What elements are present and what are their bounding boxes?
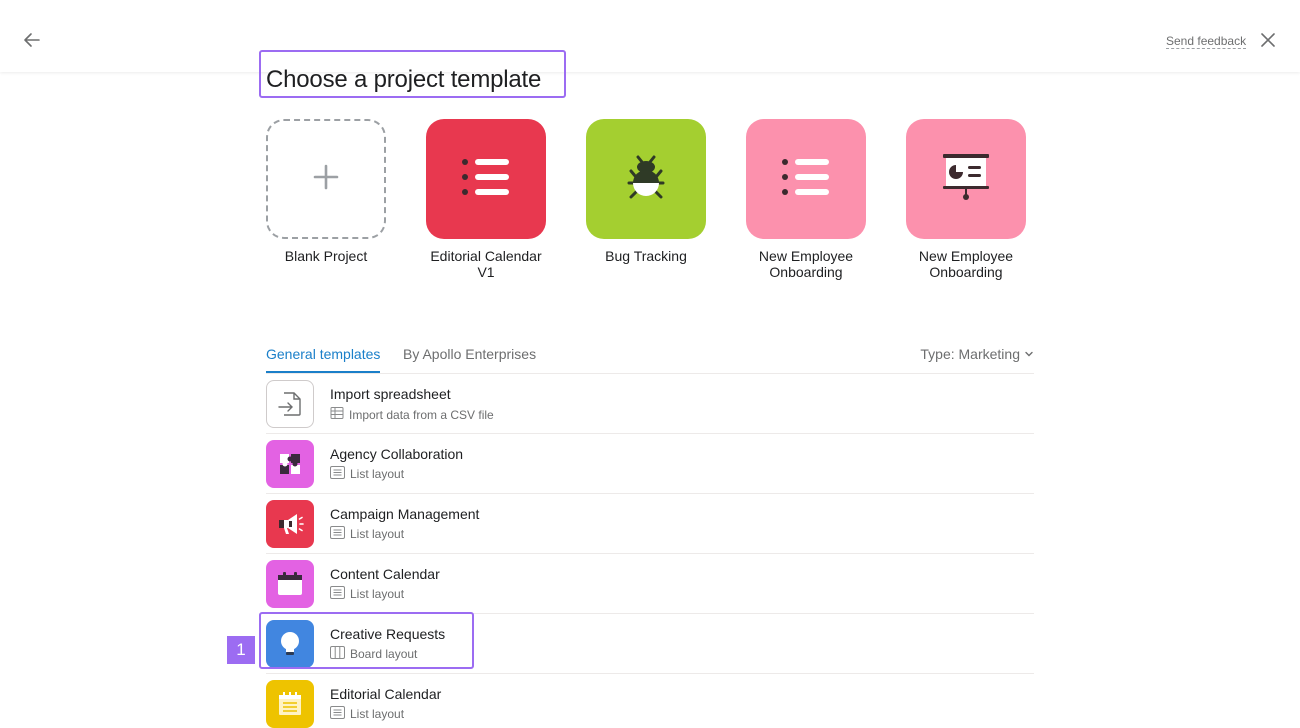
list-layout-icon	[330, 706, 345, 722]
type-filter-label: Type: Marketing	[920, 346, 1020, 362]
tile-label: New Employee Onboarding	[758, 248, 854, 280]
list-icon	[781, 157, 831, 202]
tile-new-employee-onboarding-2[interactable]: New Employee Onboarding	[906, 119, 1026, 280]
tile-bug-tracking[interactable]: Bug Tracking	[586, 119, 706, 280]
presentation-icon	[941, 152, 991, 207]
bug-icon	[621, 151, 671, 208]
chevron-down-icon	[1024, 346, 1034, 362]
template-tabs: General templates By Apollo Enterprises …	[266, 346, 1034, 374]
tile-label: New Employee Onboarding	[918, 248, 1014, 280]
list-item-subtitle: List layout	[330, 586, 404, 602]
list-item-subtitle: Import data from a CSV file	[330, 406, 494, 423]
tile-box[interactable]	[266, 119, 386, 239]
list-item-title: Agency Collaboration	[330, 446, 464, 462]
list-item-subtitle: List layout	[330, 526, 404, 542]
list-item-subtitle: List layout	[330, 466, 404, 482]
list-item[interactable]: Campaign Management List layout	[266, 494, 1034, 554]
list-item-subtitle: List layout	[330, 706, 404, 722]
tile-label: Bug Tracking	[605, 248, 687, 264]
tile-box[interactable]	[586, 119, 706, 239]
tile-box[interactable]	[906, 119, 1026, 239]
tab-company-templates[interactable]: By Apollo Enterprises	[403, 346, 536, 373]
list-layout-icon	[330, 586, 345, 602]
type-filter-dropdown[interactable]: Type: Marketing	[920, 346, 1034, 362]
spreadsheet-icon	[330, 406, 344, 423]
tile-label: Blank Project	[284, 248, 368, 264]
list-item-title: Editorial Calendar	[330, 686, 442, 702]
list-item[interactable]: Content Calendar List layout	[266, 554, 1034, 614]
top-bar: Send feedback	[0, 0, 1300, 72]
close-icon[interactable]	[1258, 30, 1278, 50]
tile-box[interactable]	[426, 119, 546, 239]
tile-new-employee-onboarding[interactable]: New Employee Onboarding	[746, 119, 866, 280]
list-item-subtitle-text: List layout	[350, 707, 405, 721]
list-item[interactable]: Editorial Calendar List layout	[266, 674, 1034, 728]
list-item-subtitle-text: List layout	[350, 527, 405, 541]
list-icon	[461, 157, 511, 202]
megaphone-icon	[266, 500, 314, 548]
list-item[interactable]: Import spreadsheet Import data from a CS…	[266, 374, 1034, 434]
plus-icon	[313, 164, 339, 195]
list-item-title: Import spreadsheet	[330, 386, 451, 402]
list-item[interactable]: Agency Collaboration List layout	[266, 434, 1034, 494]
send-feedback-link[interactable]: Send feedback	[1166, 34, 1247, 49]
list-layout-icon	[330, 526, 345, 542]
list-item-title: Campaign Management	[330, 506, 480, 522]
arrow-left-icon[interactable]	[20, 28, 44, 52]
list-item-subtitle-text: List layout	[350, 467, 405, 481]
tile-editorial-calendar-v1[interactable]: Editorial Calendar V1	[426, 119, 546, 280]
list-layout-icon	[330, 466, 345, 482]
title-highlight-box	[259, 50, 566, 98]
tile-label: Editorial Calendar V1	[430, 248, 542, 280]
list-item-subtitle-text: List layout	[350, 587, 405, 601]
list-item-title: Content Calendar	[330, 566, 440, 582]
annotation-marker: 1	[227, 636, 255, 664]
creative-requests-highlight-box	[259, 612, 474, 669]
import-file-icon	[266, 380, 314, 428]
notepad-icon	[266, 680, 314, 728]
list-item-subtitle-text: Import data from a CSV file	[349, 407, 494, 422]
calendar-icon	[266, 560, 314, 608]
puzzle-icon	[266, 440, 314, 488]
tile-box[interactable]	[746, 119, 866, 239]
tile-blank-project[interactable]: Blank Project	[266, 119, 386, 280]
template-list: Import spreadsheet Import data from a CS…	[266, 374, 1034, 728]
template-tiles: Blank Project Editorial Calendar V1 Bug …	[266, 119, 1026, 280]
tab-general-templates[interactable]: General templates	[266, 346, 381, 373]
